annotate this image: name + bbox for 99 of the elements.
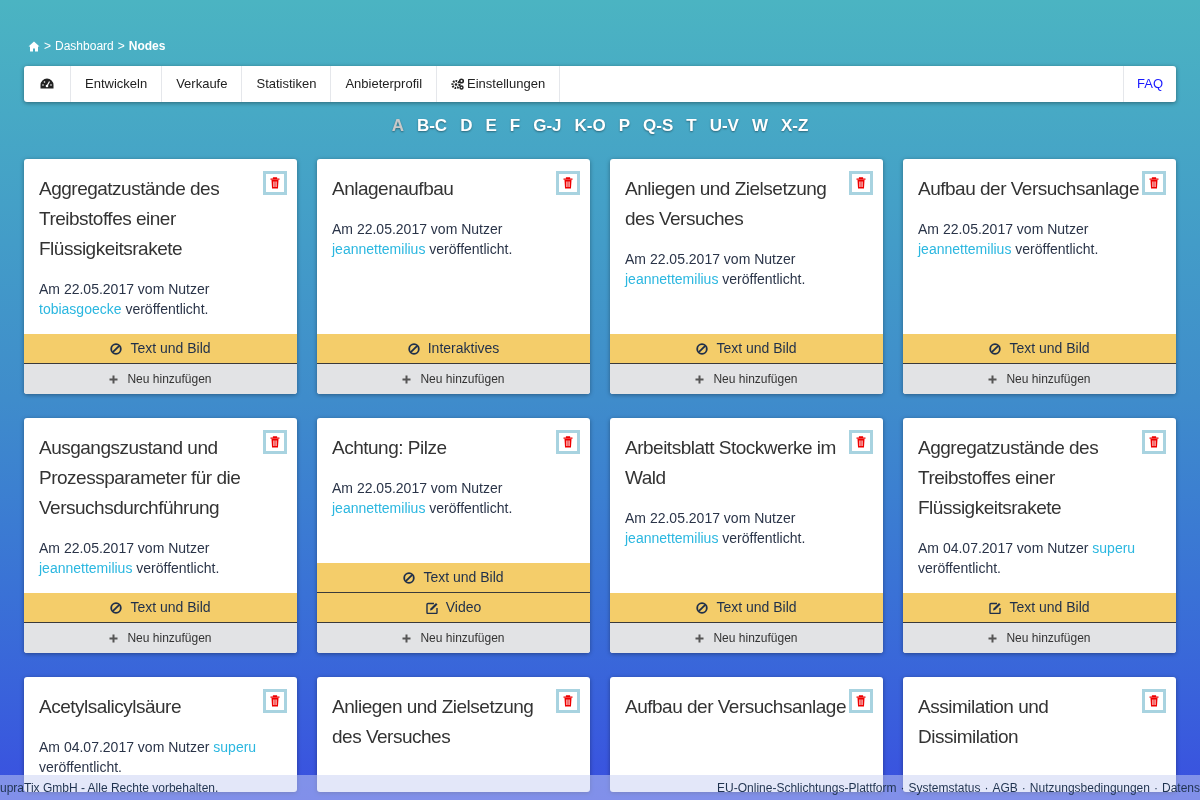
publish-info: Am 22.05.2017 vom Nutzer jeannettemilius veröffentlicht. xyxy=(625,250,807,289)
card-title: Aufbau der Versuchsanlage xyxy=(918,177,1140,201)
delete-button[interactable] xyxy=(263,430,287,454)
delete-button[interactable] xyxy=(1142,689,1166,713)
content-type-button[interactable]: Text und Bild xyxy=(317,563,590,593)
trash-icon xyxy=(563,695,573,707)
ban-icon xyxy=(407,342,420,355)
gears-icon xyxy=(451,78,465,90)
faq-link[interactable]: FAQ xyxy=(1123,66,1176,102)
trash-icon xyxy=(563,177,573,189)
nav-item[interactable]: Einstellungen xyxy=(437,66,561,102)
nav-item[interactable]: Anbieterprofil xyxy=(331,66,438,102)
content-type-button[interactable]: Text und Bild xyxy=(24,334,297,364)
edit-icon xyxy=(425,601,438,614)
card-title: Acetylsalicylsäure xyxy=(39,695,182,719)
publish-info: Am 22.05.2017 vom Nutzer jeannettemilius veröffentlicht. xyxy=(332,220,514,259)
trash-icon xyxy=(856,695,866,707)
add-new-button[interactable]: Neu hinzufügen xyxy=(317,623,590,653)
delete-button[interactable] xyxy=(556,430,580,454)
footer-link[interactable]: Nutzungsbedingungen xyxy=(1029,778,1150,797)
delete-button[interactable] xyxy=(556,171,580,195)
content-type-button[interactable]: Text und Bild xyxy=(610,593,883,623)
publish-info: Am 04.07.2017 vom Nutzer superu veröffentlicht. xyxy=(39,738,258,777)
publish-info: Am 22.05.2017 vom Nutzer jeannettemilius veröffentlicht. xyxy=(39,539,221,578)
edit-icon xyxy=(989,601,1002,614)
add-new-button[interactable]: Neu hinzufügen xyxy=(24,623,297,653)
delete-button[interactable] xyxy=(849,689,873,713)
trash-icon xyxy=(1149,436,1159,448)
plus-icon xyxy=(988,374,998,384)
add-new-button[interactable]: Neu hinzufügen xyxy=(610,623,883,653)
footer-link[interactable]: Systemstatus xyxy=(908,778,981,797)
card-title: Aggregatzustände des Treibstoffes einer Flüssigkeitsrakete xyxy=(39,177,221,261)
separator-dot: · xyxy=(1021,779,1026,797)
trash-icon xyxy=(270,695,280,707)
trash-icon xyxy=(856,436,866,448)
plus-icon xyxy=(109,633,119,643)
plus-icon xyxy=(402,633,412,643)
trash-icon xyxy=(1149,695,1159,707)
footer-link[interactable]: EU-Online-Schlichtungs-Plattform xyxy=(717,778,897,797)
card-title: Anliegen und Zielsetzung des Versuches xyxy=(332,695,535,749)
add-new-button[interactable]: Neu hinzufügen xyxy=(903,364,1176,394)
content-type-button[interactable]: Text und Bild xyxy=(903,334,1176,364)
separator-dot: · xyxy=(984,779,989,797)
separator-dot: · xyxy=(900,779,905,797)
delete-button[interactable] xyxy=(263,171,287,195)
separator-dot: · xyxy=(1153,779,1158,797)
breadcrumb-separator: > xyxy=(44,38,51,55)
delete-button[interactable] xyxy=(1142,171,1166,195)
footer-link[interactable]: AGB xyxy=(992,778,1018,797)
card-title: Assimilation und Dissimilation xyxy=(918,695,1050,749)
ban-icon xyxy=(989,342,1002,355)
ban-icon xyxy=(110,601,123,614)
publish-info: Am 22.05.2017 vom Nutzer jeannettemilius veröffentlicht. xyxy=(625,509,807,548)
content-type-button[interactable]: Text und Bild xyxy=(903,593,1176,623)
trash-icon xyxy=(270,177,280,189)
publish-info: Am 22.05.2017 vom Nutzer tobiasgoecke veröffentlicht. xyxy=(39,280,211,319)
ban-icon xyxy=(403,571,416,584)
card-title: Anlagenaufbau xyxy=(332,177,455,201)
delete-button[interactable] xyxy=(849,430,873,454)
card-title: Arbeitsblatt Stockwerke im Wald xyxy=(625,436,837,490)
card-title: Aufbau der Versuchsanlage xyxy=(625,695,847,719)
publish-info: Am 04.07.2017 vom Nutzer superu veröffentlicht. xyxy=(918,539,1137,578)
plus-icon xyxy=(988,633,998,643)
add-new-button[interactable]: Neu hinzufügen xyxy=(24,364,297,394)
trash-icon xyxy=(856,177,866,189)
add-new-button[interactable]: Neu hinzufügen xyxy=(610,364,883,394)
delete-button[interactable] xyxy=(849,171,873,195)
breadcrumb-current: Nodes xyxy=(128,38,166,55)
card-title: Aggregatzustände des Treibstoffes einer Flüssigkeitsrakete xyxy=(918,436,1100,520)
content-type-button[interactable]: Text und Bild xyxy=(610,334,883,364)
plus-icon xyxy=(695,633,705,643)
ban-icon xyxy=(110,342,123,355)
add-new-button[interactable]: Neu hinzufügen xyxy=(317,364,590,394)
content-type-button[interactable]: Video xyxy=(317,593,590,623)
content-type-button[interactable]: Text und Bild xyxy=(24,593,297,623)
ban-icon xyxy=(696,342,709,355)
delete-button[interactable] xyxy=(263,689,287,713)
nav-item[interactable]: Verkaufe xyxy=(162,66,243,102)
trash-icon xyxy=(270,436,280,448)
content-type-button[interactable]: Interaktives xyxy=(317,334,590,364)
ban-icon xyxy=(696,601,709,614)
add-new-button[interactable]: Neu hinzufügen xyxy=(903,623,1176,653)
card-title: Ausgangszustand und Prozessparameter für die Versuchsdurchführung xyxy=(39,436,242,520)
delete-button[interactable] xyxy=(556,689,580,713)
nav-item[interactable]: Statistiken xyxy=(242,66,332,102)
home-icon[interactable] xyxy=(28,40,40,52)
plus-icon xyxy=(695,374,705,384)
nav-item[interactable]: Entwickeln xyxy=(71,66,163,102)
trash-icon xyxy=(1149,177,1159,189)
plus-icon xyxy=(402,374,412,384)
publish-info: Am 22.05.2017 vom Nutzer jeannettemilius veröffentlicht. xyxy=(332,479,514,518)
publish-info: Am 22.05.2017 vom Nutzer jeannettemilius veröffentlicht. xyxy=(918,220,1100,259)
trash-icon xyxy=(563,436,573,448)
breadcrumb-separator: > xyxy=(117,38,125,55)
plus-icon xyxy=(109,374,119,384)
card-title: Anliegen und Zielsetzung des Versuches xyxy=(625,177,828,231)
card-title: Achtung: Pilze xyxy=(332,436,448,460)
gauge-icon xyxy=(40,78,54,90)
delete-button[interactable] xyxy=(1142,430,1166,454)
